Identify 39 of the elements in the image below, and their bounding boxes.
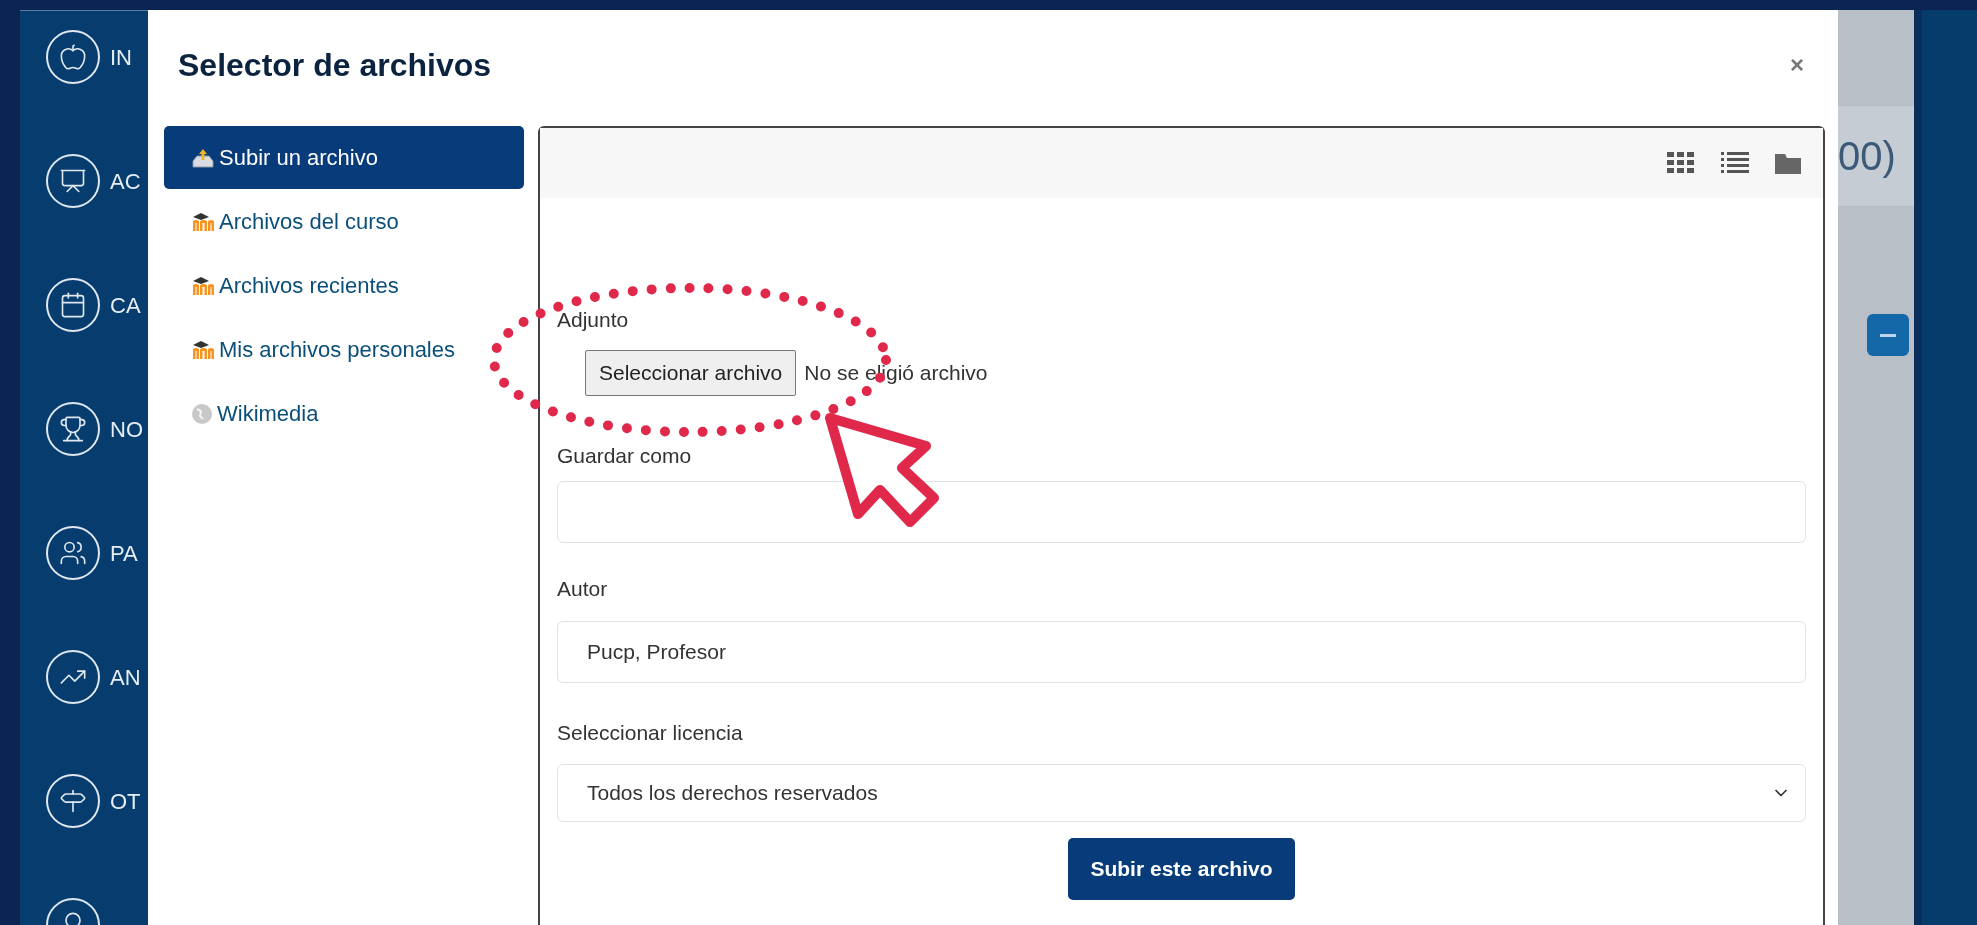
- sidebar-item-label[interactable]: AN: [110, 660, 141, 694]
- mortarboard-m-icon: [191, 211, 215, 232]
- sidebar-item-label[interactable]: PA: [110, 536, 138, 570]
- globe-icon: [191, 402, 213, 425]
- repository-item[interactable]: Archivos del curso: [164, 190, 524, 253]
- repository-item[interactable]: Subir un archivo: [164, 126, 524, 189]
- author-field[interactable]: Pucp, Profesor: [557, 620, 1806, 683]
- sidebar-item-label[interactable]: OT: [110, 784, 141, 818]
- save-as-field[interactable]: [557, 481, 1806, 543]
- mortarboard-m-icon: [191, 275, 215, 296]
- field-label: Autor: [557, 576, 608, 602]
- signpost-icon[interactable]: [46, 774, 100, 828]
- field-label: Adjunto: [557, 307, 629, 333]
- sidebar-item-label[interactable]: IN: [110, 40, 132, 74]
- grid-icon[interactable]: [1667, 152, 1695, 174]
- license-select[interactable]: Todos los derechos reservados: [557, 764, 1806, 822]
- mortarboard-m-icon: [191, 339, 215, 360]
- upload-file-button[interactable]: Subir este archivo: [1068, 838, 1295, 900]
- calendar-icon[interactable]: [46, 278, 100, 332]
- presentation-icon[interactable]: [46, 154, 100, 208]
- sidebar-item-label[interactable]: AC: [110, 164, 141, 198]
- repository-item[interactable]: Archivos recientes: [164, 254, 524, 317]
- folder-icon[interactable]: [1775, 152, 1801, 174]
- users-icon[interactable]: [46, 526, 100, 580]
- field-label: Seleccionar licencia: [557, 719, 743, 746]
- trophy-icon[interactable]: [46, 402, 100, 456]
- repository-item[interactable]: Mis archivos personales: [164, 318, 524, 381]
- heading-fragment: 00): [1838, 133, 1896, 180]
- select-file-button[interactable]: Seleccionar archivo: [585, 349, 797, 396]
- field-label: Guardar como: [557, 442, 692, 469]
- line-chart-icon[interactable]: [46, 650, 100, 704]
- sidebar-item-label[interactable]: CA: [110, 288, 141, 322]
- sidebar-item-label[interactable]: NO: [110, 412, 143, 446]
- close-button[interactable]: ×: [1790, 47, 1804, 83]
- dialog-title: Selector de archivos: [178, 46, 492, 85]
- collapse-button[interactable]: [1867, 314, 1909, 356]
- list-icon[interactable]: [1721, 152, 1749, 174]
- apple-icon[interactable]: [46, 30, 100, 84]
- repository-item[interactable]: Wikimedia: [164, 382, 524, 445]
